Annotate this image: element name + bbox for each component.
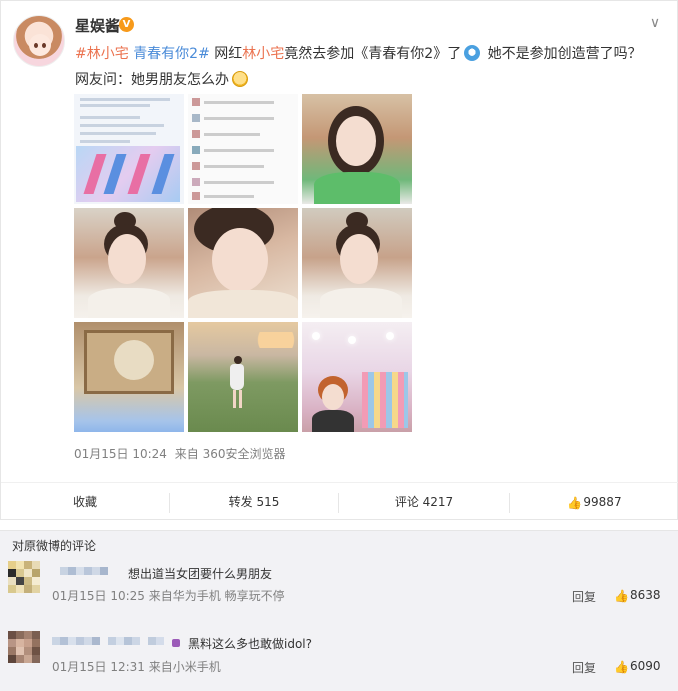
comments-section: 对原微博的评论 想出道当女团要什么男朋友 01月15日 10:25 来自华为手机… bbox=[0, 530, 678, 691]
comment-like-button[interactable]: 👍8638 bbox=[614, 588, 661, 602]
comment-text: 想出道当女团要什么男朋友 bbox=[128, 567, 273, 581]
comments-title: 对原微博的评论 bbox=[12, 539, 97, 553]
comment-like-button[interactable]: 👍6090 bbox=[614, 659, 661, 673]
doraemon-emoji-icon bbox=[464, 45, 481, 61]
thumbs-up-icon: 👍 bbox=[567, 496, 583, 510]
thinking-emoji-icon bbox=[232, 71, 248, 87]
thumbs-up-icon: 👍 bbox=[614, 660, 629, 674]
chevron-down-icon[interactable]: ∨ bbox=[647, 15, 663, 31]
photo-selfie-close[interactable] bbox=[188, 208, 298, 318]
name-link[interactable]: 林小宅 bbox=[242, 46, 284, 62]
hashtag-link[interactable]: #林小宅 bbox=[75, 46, 129, 62]
user-avatar[interactable] bbox=[13, 15, 65, 67]
like-button[interactable]: 👍99887 bbox=[510, 483, 678, 521]
comment-avatar[interactable] bbox=[8, 561, 40, 593]
member-badge-icon bbox=[172, 639, 180, 647]
photo-selfie-bun-1[interactable] bbox=[74, 208, 184, 318]
reply-button[interactable]: 回复 bbox=[572, 659, 596, 676]
username[interactable]: 星娱酱 bbox=[75, 15, 120, 36]
comment-like-count: 8638 bbox=[630, 588, 661, 602]
photo-selfie-bun-2[interactable] bbox=[302, 208, 412, 318]
comment-like-count: 6090 bbox=[630, 659, 661, 673]
post-source: 来自 360安全浏览器 bbox=[174, 447, 286, 461]
like-count: 99887 bbox=[583, 495, 622, 509]
post-timestamp[interactable]: 01月15日 10:24 bbox=[74, 447, 167, 461]
photo-bookstore[interactable] bbox=[302, 322, 412, 432]
comment-button[interactable]: 评论 4217 bbox=[339, 483, 509, 521]
comment-username-blurred[interactable] bbox=[52, 635, 168, 649]
comment-text: 黑料这么多也敢做idol? bbox=[188, 637, 312, 651]
repost-button[interactable]: 转发 515 bbox=[170, 483, 338, 521]
image-grid bbox=[74, 94, 412, 432]
verified-badge-icon: V bbox=[119, 17, 134, 32]
hashtag-link-2[interactable]: 青春有你2# bbox=[133, 46, 210, 62]
photo-selfie-green[interactable] bbox=[302, 94, 412, 204]
post-text-part: 网红 bbox=[209, 46, 243, 62]
comment-username-blurred[interactable] bbox=[60, 565, 112, 579]
post-text: #林小宅 青春有你2# 网红林小宅竟然去参加《青春有你2》了 她不是参加创造营了… bbox=[75, 41, 655, 93]
action-bar: 收藏 转发 515 评论 4217 👍99887 bbox=[1, 482, 678, 520]
reply-button[interactable]: 回复 bbox=[572, 588, 596, 605]
comment-avatar[interactable] bbox=[8, 631, 40, 663]
photo-screenshot-1[interactable] bbox=[74, 94, 184, 204]
comment-meta: 01月15日 10:25 来自华为手机 畅享玩不停 bbox=[52, 589, 285, 603]
post-text-part: 竟然去参加《青春有你2》了 bbox=[284, 46, 462, 62]
comment-meta: 01月15日 12:31 来自小米手机 bbox=[52, 660, 221, 674]
favorite-button[interactable]: 收藏 bbox=[1, 483, 169, 521]
photo-lawn[interactable] bbox=[188, 322, 298, 432]
photo-painting[interactable] bbox=[74, 322, 184, 432]
post-meta: 01月15日 10:24 来自 360安全浏览器 bbox=[74, 445, 286, 462]
thumbs-up-icon: 👍 bbox=[614, 589, 629, 603]
photo-screenshot-2[interactable] bbox=[188, 94, 298, 204]
weibo-post-card: 星娱酱 V ∨ #林小宅 青春有你2# 网红林小宅竟然去参加《青春有你2》了 她… bbox=[0, 0, 678, 520]
